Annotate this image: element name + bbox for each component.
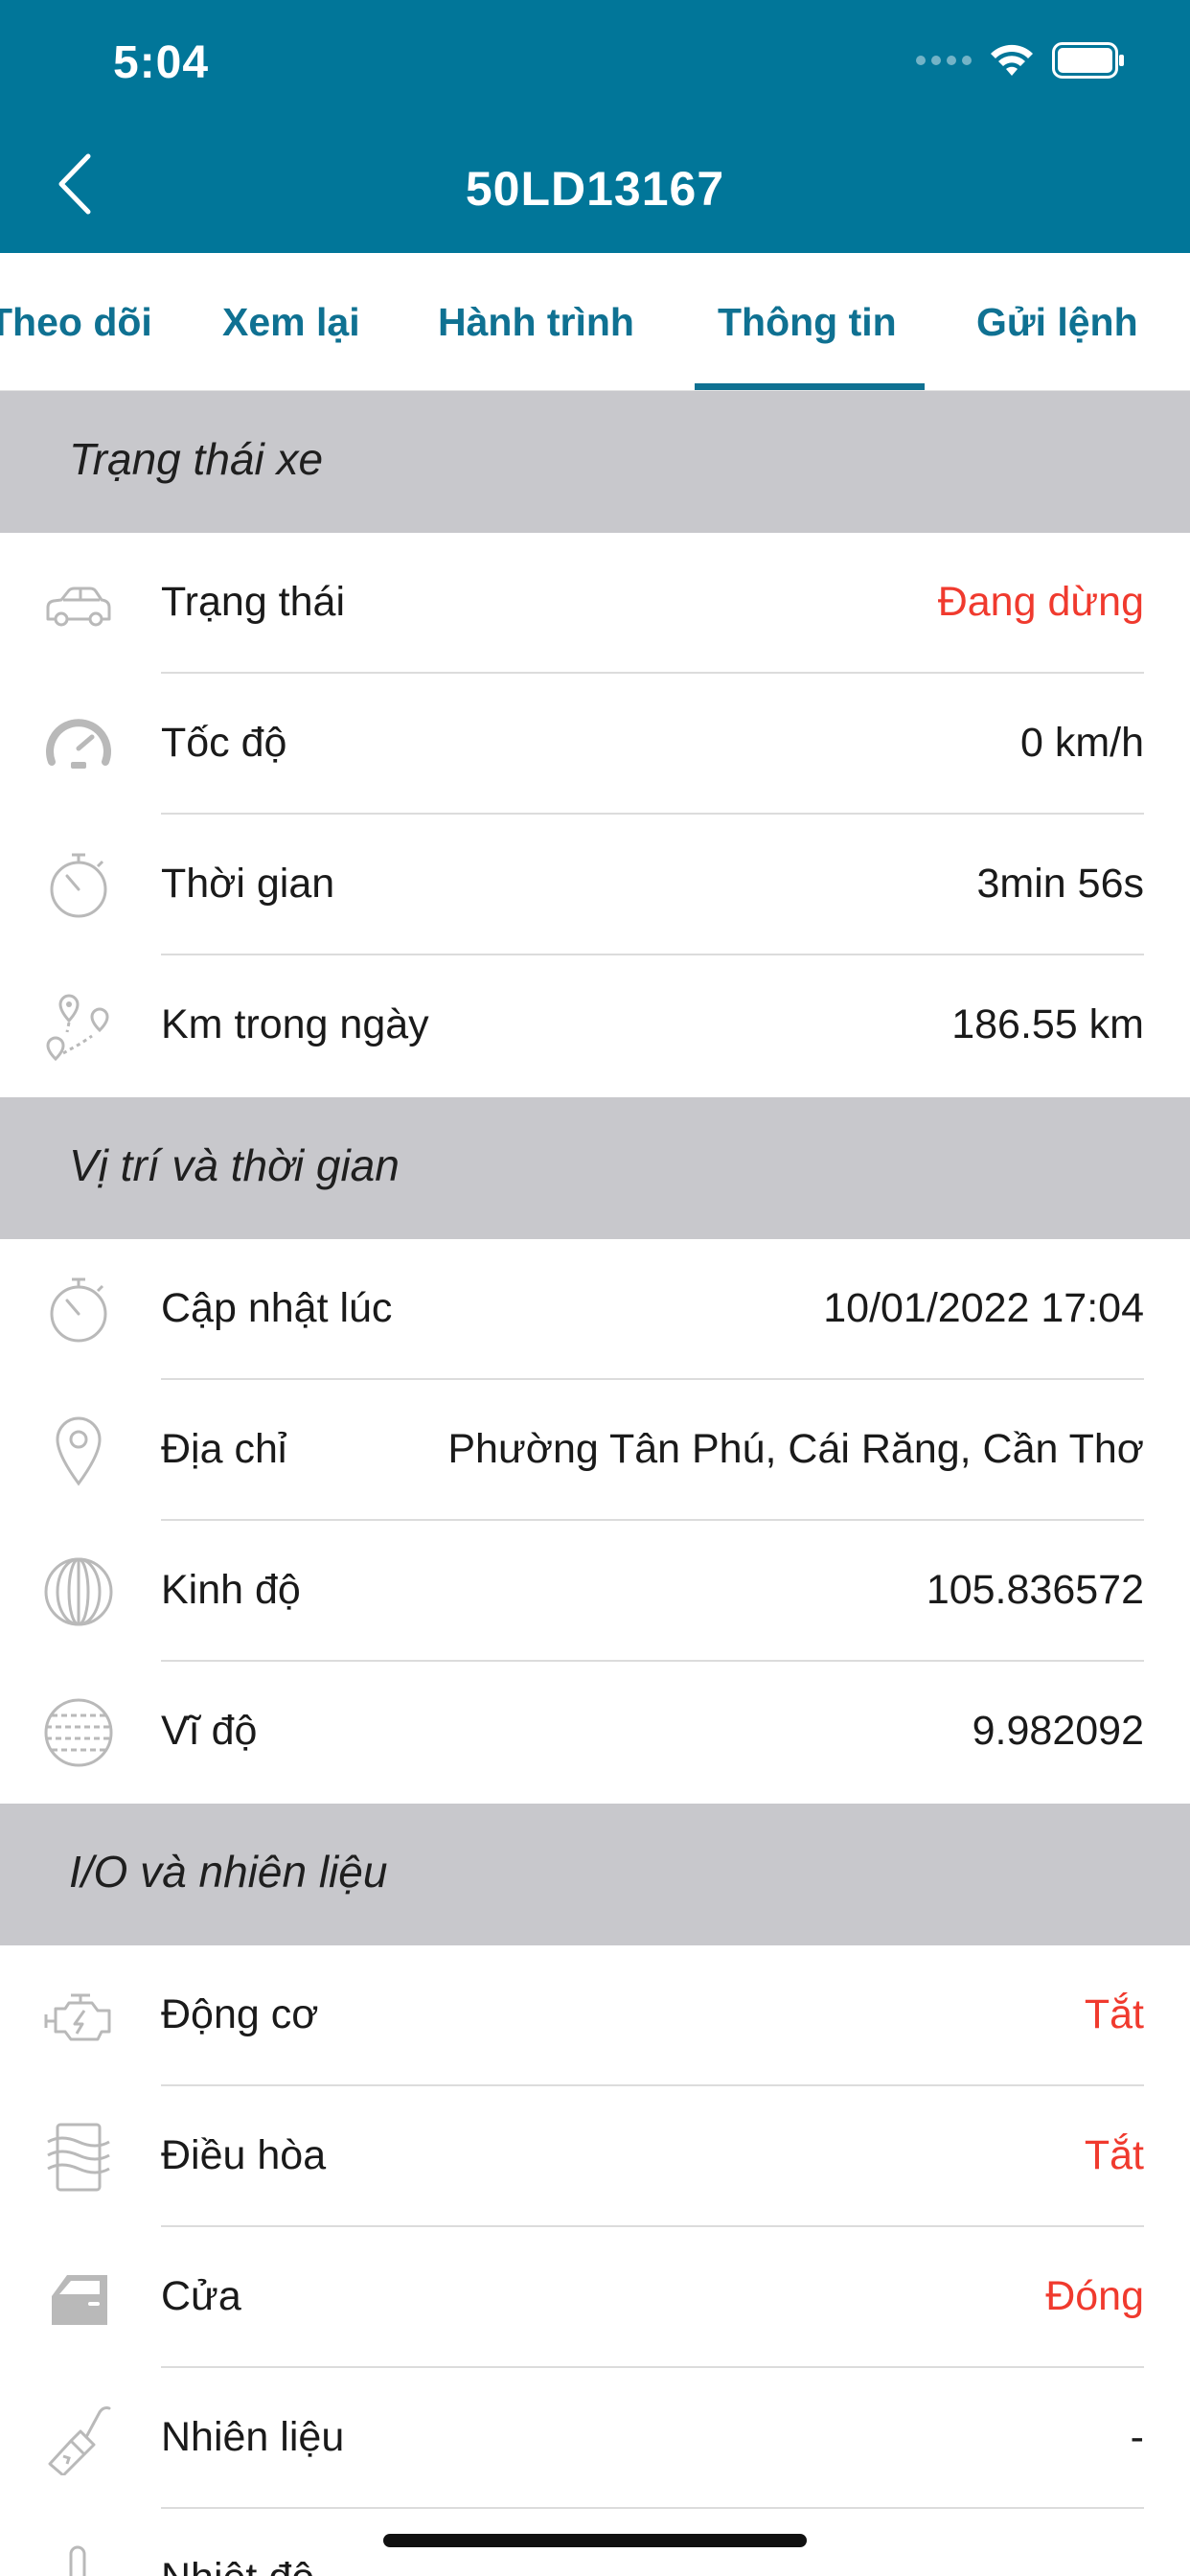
longitude-globe-icon <box>44 1557 113 1626</box>
tab-gui-lenh[interactable]: Gửi lệnh <box>976 253 1138 391</box>
row-value: 186.55 km <box>951 1001 1144 1047</box>
section-header-vehicle-status: Trạng thái xe <box>0 391 1190 533</box>
info-row-time: Thời gian 3min 56s <box>0 815 1190 955</box>
row-value: 105.836572 <box>926 1567 1144 1613</box>
car-door-icon <box>52 2275 107 2325</box>
info-row-air-conditioner: Điều hòa Tắt <box>0 2086 1190 2227</box>
tab-bar: Theo dõi Xem lại Hành trình Thông tin Gử… <box>0 253 1190 391</box>
tab-xem-lai[interactable]: Xem lại <box>222 253 360 391</box>
cellular-signal-icon <box>916 56 972 65</box>
active-tab-indicator <box>695 383 925 390</box>
row-value: Đóng <box>1045 2273 1144 2319</box>
row-label: Địa chỉ <box>161 1426 287 1472</box>
row-label: Trạng thái <box>161 579 346 625</box>
stopwatch-icon <box>50 853 107 918</box>
info-row-latitude: Vĩ độ 9.982092 <box>0 1662 1190 1803</box>
row-value: Tắt <box>1084 2132 1144 2178</box>
row-label: Thời gian <box>161 861 335 907</box>
info-row-door: Cửa Đóng <box>0 2227 1190 2368</box>
page-title: 50LD13167 <box>465 162 725 216</box>
row-label: Kinh độ <box>161 1567 301 1613</box>
tab-theo-doi[interactable]: Theo dõi <box>0 253 152 391</box>
row-label: Cửa <box>161 2273 241 2319</box>
row-label: Nhiên liệu <box>161 2414 345 2460</box>
row-value: Phường Tân Phú, Cái Răng, Cần Thơ <box>447 1426 1144 1472</box>
row-value: 10/01/2022 17:04 <box>823 1285 1144 1331</box>
info-row-updated-at: Cập nhật lúc 10/01/2022 17:04 <box>0 1239 1190 1380</box>
battery-icon <box>1052 42 1124 79</box>
speedometer-icon <box>46 719 111 769</box>
row-label: Điều hòa <box>161 2132 327 2178</box>
row-label: Tốc độ <box>161 720 287 766</box>
info-row-longitude: Kinh độ 105.836572 <box>0 1521 1190 1662</box>
info-row-daily-km: Km trong ngày 186.55 km <box>0 955 1190 1096</box>
info-row-engine: Động cơ Tắt <box>0 1945 1190 2086</box>
row-value: - <box>1130 2414 1144 2460</box>
row-value: 0 km/h <box>1019 720 1144 766</box>
air-conditioner-icon <box>47 2123 110 2192</box>
row-label: Km trong ngày <box>161 1001 429 1047</box>
app-header: 5:04 50LD13167 <box>0 0 1190 253</box>
status-time: 5:04 <box>113 37 210 88</box>
row-label: Cập nhật lúc <box>161 1285 393 1331</box>
row-label: Vĩ độ <box>161 1708 258 1754</box>
info-row-status: Trạng thái Đang dừng <box>0 533 1190 674</box>
fuel-nozzle-icon <box>48 2406 111 2475</box>
section-title: Trạng thái xe <box>69 434 324 484</box>
wifi-icon <box>991 44 1033 76</box>
home-indicator[interactable] <box>383 2534 807 2547</box>
car-icon <box>46 586 111 627</box>
stopwatch-icon <box>50 1277 107 1343</box>
row-label: Động cơ <box>161 1991 319 2037</box>
section-header-position-time: Vị trí và thời gian <box>0 1097 1190 1239</box>
row-value: Đang dừng <box>937 579 1144 625</box>
section-title: I/O và nhiên liệu <box>69 1847 388 1897</box>
tab-hanh-trinh[interactable]: Hành trình <box>438 253 634 391</box>
row-label: Nhiệt độ <box>161 2555 314 2576</box>
tab-thong-tin[interactable]: Thông tin <box>718 253 897 391</box>
row-value: Tắt <box>1084 1991 1144 2037</box>
info-row-fuel: Nhiên liệu - <box>0 2368 1190 2509</box>
info-row-address: Địa chỉ Phường Tân Phú, Cái Răng, Cần Th… <box>0 1380 1190 1521</box>
section-header-io-fuel: I/O và nhiên liệu <box>0 1804 1190 1945</box>
row-value: 9.982092 <box>972 1708 1144 1754</box>
route-icon <box>46 994 109 1062</box>
location-pin-icon <box>56 1416 102 1486</box>
row-value: 3min 56s <box>976 861 1144 907</box>
engine-icon <box>44 1993 111 2041</box>
section-title: Vị trí và thời gian <box>69 1140 400 1190</box>
info-row-speed: Tốc độ 0 km/h <box>0 674 1190 815</box>
status-indicators <box>916 42 1125 79</box>
latitude-globe-icon <box>44 1698 113 1767</box>
thermometer-icon <box>69 2545 86 2576</box>
